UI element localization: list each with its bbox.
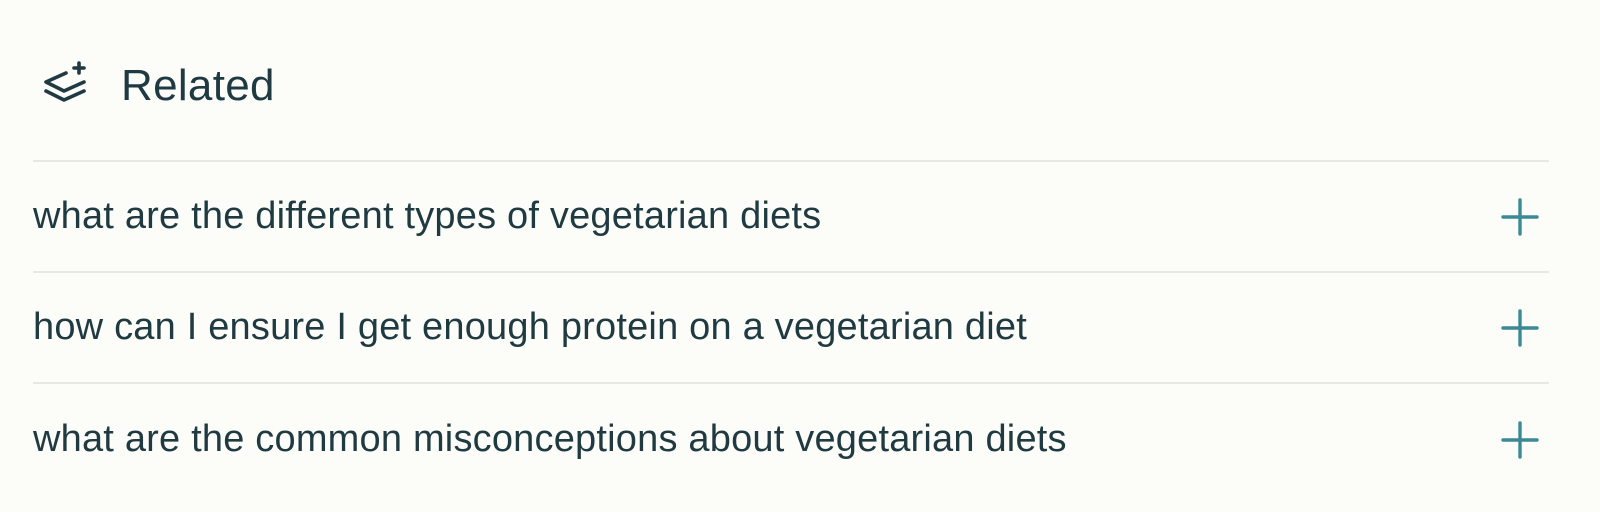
related-item-label: what are the different types of vegetari…	[33, 195, 822, 237]
related-item[interactable]: how can I ensure I get enough protein on…	[33, 273, 1549, 384]
related-header: Related	[33, 0, 1549, 160]
plus-icon[interactable]	[1500, 420, 1540, 460]
plus-icon[interactable]	[1500, 197, 1540, 237]
plus-icon[interactable]	[1500, 308, 1540, 348]
related-item-label: what are the common misconceptions about…	[33, 418, 1067, 460]
related-item[interactable]: what are the common misconceptions about…	[33, 384, 1549, 495]
related-panel: Related what are the different types of …	[0, 0, 1600, 512]
related-item-label: how can I ensure I get enough protein on…	[33, 306, 1027, 348]
related-list: what are the different types of vegetari…	[33, 160, 1549, 495]
related-item[interactable]: what are the different types of vegetari…	[33, 162, 1549, 273]
section-title: Related	[121, 61, 275, 110]
stack-plus-icon	[35, 57, 93, 115]
